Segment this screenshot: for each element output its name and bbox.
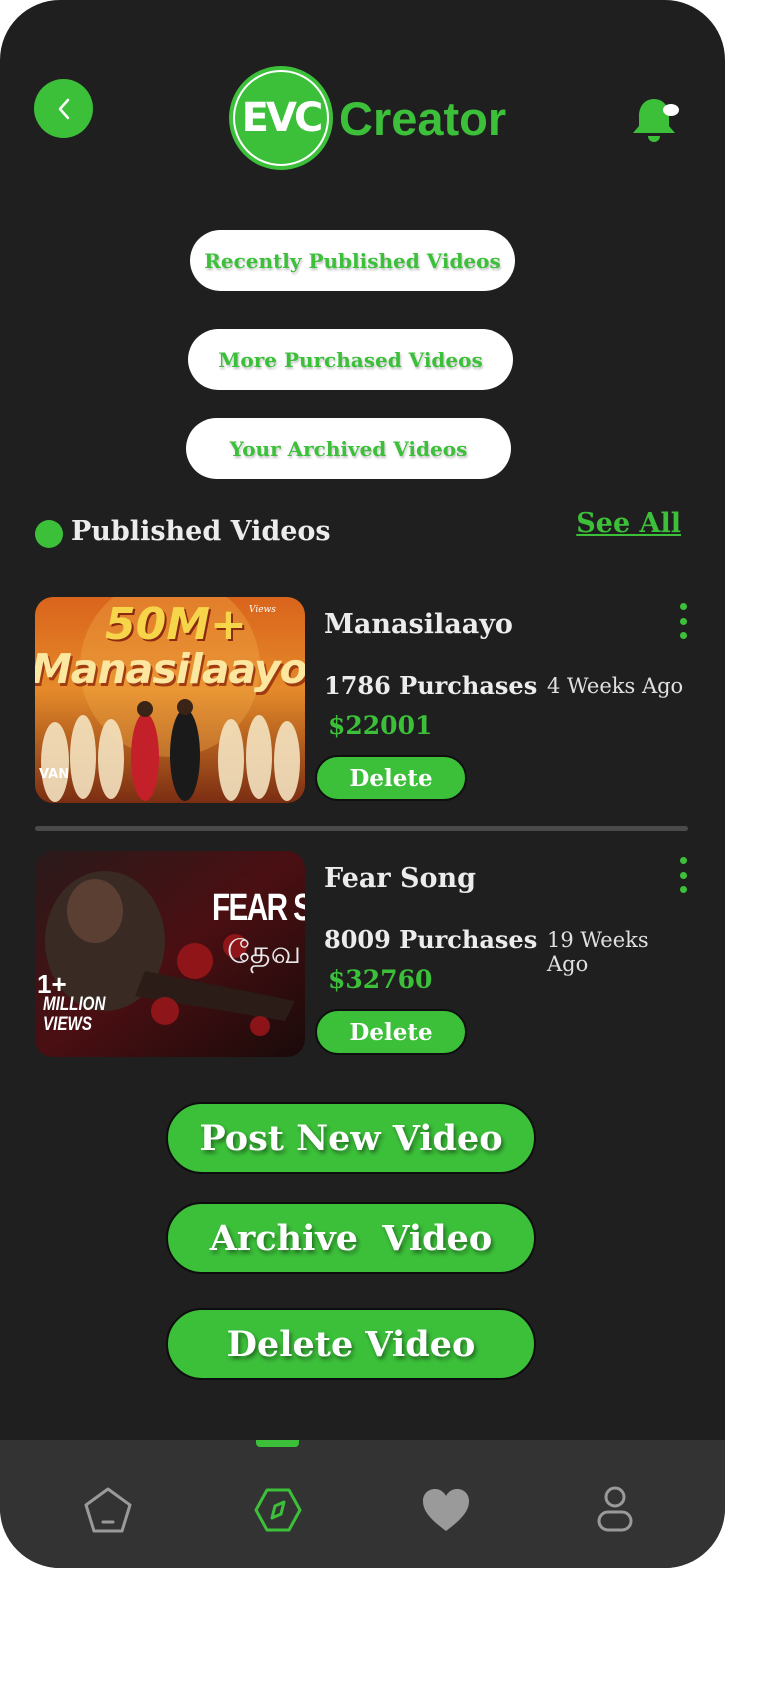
thumbnail-corner-text: VAN <box>39 767 70 782</box>
thumbnail-views-text: 50M+ <box>105 599 247 650</box>
logo-mark: EVC <box>233 70 329 166</box>
nav-explore[interactable] <box>250 1482 306 1538</box>
section-title: Published Videos <box>71 516 331 547</box>
see-all-link[interactable]: See All <box>576 508 681 539</box>
filter-archived[interactable]: Your Archived Videos <box>186 418 511 479</box>
logo-text: Creator <box>339 91 507 145</box>
video-card: FEAR SO தேவ 1+ MILLION VIEWS Fear Song 8… <box>35 851 688 1057</box>
explore-icon <box>254 1488 302 1532</box>
app-screen: EVC Creator Recently Published Videos Mo… <box>0 0 725 1568</box>
thumbnail-tamil-text: தேவ <box>227 933 302 971</box>
active-tab-indicator <box>256 1440 299 1447</box>
filter-more-purchased[interactable]: More Purchased Videos <box>188 329 513 390</box>
delete-button[interactable]: Delete <box>315 1009 467 1055</box>
video-price: $22001 <box>328 711 433 740</box>
notification-bell-icon[interactable] <box>628 95 684 147</box>
thumbnail-views-label: Views <box>249 605 276 615</box>
app-logo: EVC Creator <box>229 66 506 170</box>
section-indicator-dot <box>35 520 63 548</box>
home-icon <box>84 1487 132 1533</box>
video-price: $32760 <box>328 965 433 994</box>
delete-video-button[interactable]: Delete Video <box>166 1308 536 1380</box>
video-time-ago: 4 Weeks Ago <box>547 674 684 698</box>
more-options-icon[interactable] <box>678 857 688 893</box>
archive-video-button[interactable]: Archive Video <box>166 1202 536 1274</box>
thumbnail-title-text: FEAR SO <box>212 887 305 929</box>
video-card: 50M+ Views Manasilaayo VAN Manasilaayo 1… <box>35 597 688 803</box>
filter-recently-published[interactable]: Recently Published Videos <box>190 230 515 291</box>
video-purchases: 1786 Purchases <box>324 671 538 700</box>
more-options-icon[interactable] <box>678 603 688 639</box>
post-new-video-button[interactable]: Post New Video <box>166 1102 536 1174</box>
thumbnail-title-text: Manasilaayo <box>35 645 305 693</box>
video-time-ago: 19 Weeks Ago <box>547 928 649 976</box>
chevron-left-icon <box>58 98 69 119</box>
nav-profile[interactable] <box>587 1482 643 1538</box>
delete-button[interactable]: Delete <box>315 755 467 801</box>
bottom-nav <box>0 1440 725 1568</box>
profile-icon <box>597 1486 633 1532</box>
heart-icon <box>423 1489 469 1531</box>
video-title: Manasilaayo <box>324 609 513 640</box>
video-thumbnail[interactable]: FEAR SO தேவ 1+ MILLION VIEWS <box>35 851 305 1057</box>
video-title: Fear Song <box>324 863 477 894</box>
video-thumbnail[interactable]: 50M+ Views Manasilaayo VAN <box>35 597 305 803</box>
nav-favorites[interactable] <box>418 1482 474 1538</box>
card-divider <box>35 826 688 831</box>
thumbnail-views-label: VIEWS <box>43 1014 92 1035</box>
back-button[interactable] <box>34 79 93 138</box>
logo-badge: EVC <box>229 66 333 170</box>
thumbnail-views-million: MILLION <box>43 994 106 1015</box>
nav-home[interactable] <box>80 1482 136 1538</box>
video-purchases: 8009 Purchases <box>324 925 538 954</box>
